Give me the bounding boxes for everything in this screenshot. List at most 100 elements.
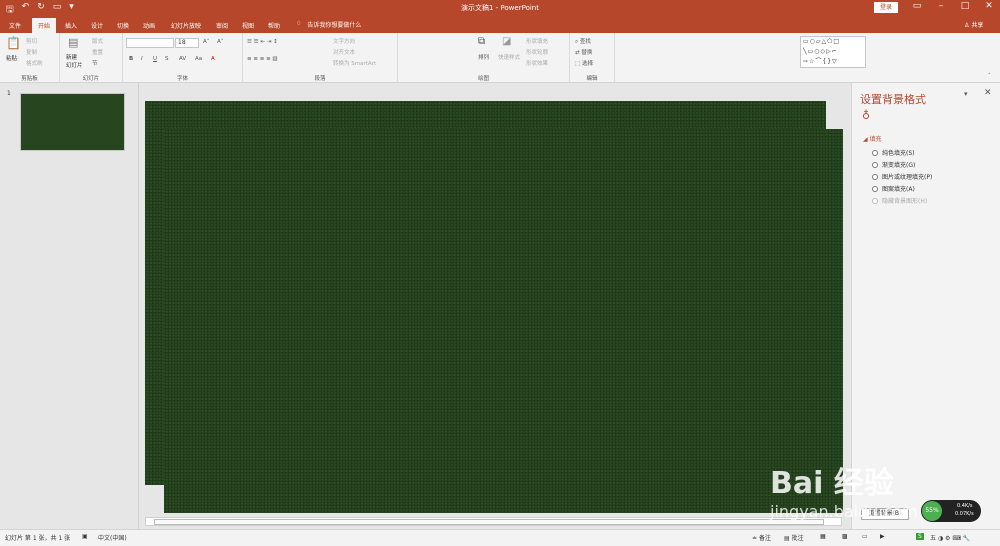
new-slide-button[interactable]: 新建 幻灯片 — [66, 53, 83, 69]
comments-label: 批注 — [791, 535, 804, 542]
status-bar: 幻灯片 第 1 张，共 1 张 ▣ 中文(中国) ≐ 备注 ▤ 批注 ▦ ▩ ▭… — [0, 529, 1000, 546]
tab-view[interactable]: 视图 — [242, 21, 254, 30]
reset-background-button[interactable]: 重置背景(B) — [861, 508, 909, 520]
smartart-button[interactable]: 转换为 SmartArt — [333, 59, 376, 67]
scrollbar-thumb[interactable] — [154, 519, 824, 525]
ime-icon[interactable]: S — [916, 533, 924, 540]
char-spacing-icon[interactable]: AV — [179, 56, 186, 62]
fill-section-label: 填充 — [869, 136, 882, 143]
reset-button[interactable]: 重置 — [92, 48, 103, 56]
quick-styles-button[interactable]: 快速样式 — [498, 53, 520, 61]
font-name-input[interactable] — [126, 38, 174, 48]
group-paragraph: ☰ ☰ ⇤ ⇥ ↕ 文字方向 对齐文本 转换为 SmartArt ≡ ≡ ≡ ≡… — [243, 33, 398, 83]
radio-solid-fill[interactable]: 纯色填充(S) — [872, 148, 992, 157]
font-color-icon[interactable]: A — [211, 56, 215, 62]
checkbox-hide-background[interactable]: 隐藏背景图形(H) — [872, 196, 992, 205]
option-label: 纯色填充(S) — [882, 150, 915, 157]
maximize-icon[interactable]: □ — [956, 1, 974, 11]
radio-pattern-fill[interactable]: 图案填充(A) — [872, 184, 992, 193]
group-clipboard: 📋 粘贴 剪切 复制 格式刷 剪贴板 — [0, 33, 60, 83]
slide-canvas-shifted — [164, 129, 843, 513]
radio-picture-fill[interactable]: 图片或纹理填充(P) — [872, 172, 992, 181]
notes-label: 备注 — [758, 535, 771, 542]
tab-home[interactable]: 开始 — [32, 18, 57, 33]
notes-button[interactable]: ≐ 备注 — [752, 533, 771, 542]
radio-gradient-fill[interactable]: 渐变填充(G) — [872, 160, 992, 169]
pane-title: 设置背景格式 — [860, 93, 926, 106]
tab-transitions[interactable]: 切换 — [117, 21, 129, 30]
pane-options-icon[interactable]: ▾ — [964, 90, 968, 98]
arrange-button[interactable]: 排列 — [478, 53, 489, 61]
group-font: 18 A˄ A˅ B I U S AV Aa A 字体 — [123, 33, 243, 83]
horizontal-scrollbar[interactable] — [145, 517, 842, 526]
download-speed: 0.07K/s — [955, 511, 974, 517]
radio-circle — [872, 161, 878, 168]
slide-sorter-icon[interactable]: ▩ — [842, 533, 848, 540]
font-size-input[interactable]: 18 — [175, 38, 199, 48]
tell-me-text: 告诉我你想要做什么 — [307, 22, 362, 29]
tab-insert[interactable]: 插入 — [65, 21, 77, 30]
collapse-ribbon-icon[interactable]: ˄ — [988, 73, 991, 79]
shadow-button[interactable]: S — [165, 56, 169, 62]
lightbulb-icon: ♢ — [296, 20, 302, 27]
tab-slideshow[interactable]: 幻灯片放映 — [171, 21, 201, 30]
tell-me-box[interactable]: ♢ 告诉我你想要做什么 — [296, 20, 361, 29]
quick-styles-icon: ◪ — [502, 36, 512, 47]
select-button[interactable]: ⬚ 选择 — [575, 59, 593, 67]
tab-help[interactable]: 帮助 — [268, 21, 280, 30]
minimize-icon[interactable]: – — [932, 1, 950, 11]
bullets-icon[interactable]: ☰ ☰ ⇤ ⇥ ↕ — [247, 39, 278, 45]
share-button[interactable]: ♙ 共享 — [964, 20, 983, 29]
tab-design[interactable]: 设计 — [91, 21, 103, 30]
slideshow-view-icon[interactable]: ▶ — [880, 533, 885, 540]
option-label: 图片或纹理填充(P) — [882, 174, 933, 181]
shape-outline-button[interactable]: 形状轮廓 — [526, 48, 548, 56]
replace-button[interactable]: ⇄ 替换 — [575, 48, 592, 56]
find-button[interactable]: ⌕ 查找 — [575, 37, 591, 46]
copy-button[interactable]: 复制 — [26, 48, 37, 56]
network-speed-widget[interactable]: 55% 0.4K/s 0.07K/s — [921, 500, 981, 522]
section-button[interactable]: 节 — [92, 59, 98, 67]
spellcheck-icon[interactable]: ▣ — [82, 533, 88, 540]
close-icon[interactable]: ✕ — [980, 1, 998, 11]
grow-font-icon[interactable]: A˄ — [203, 39, 210, 45]
login-button[interactable]: 登录 — [874, 2, 898, 13]
shrink-font-icon[interactable]: A˅ — [217, 39, 224, 45]
bold-button[interactable]: B — [129, 56, 133, 62]
layout-button[interactable]: 版式 — [92, 37, 103, 45]
slide-thumbnail[interactable] — [20, 93, 125, 151]
tab-animations[interactable]: 动画 — [143, 21, 155, 30]
cut-button[interactable]: 剪切 — [26, 37, 37, 45]
italic-button[interactable]: I — [141, 56, 143, 62]
reading-view-icon[interactable]: ▭ — [862, 533, 868, 540]
ribbon-tabs: 文件 开始 插入 设计 切换 动画 幻灯片放映 审阅 视图 帮助 ♢ 告诉我你想… — [0, 17, 1000, 33]
upload-speed: 0.4K/s — [957, 503, 973, 509]
select-label: 选择 — [581, 61, 593, 67]
tab-review[interactable]: 审阅 — [216, 21, 228, 30]
group-label: 绘图 — [477, 76, 489, 82]
language[interactable]: 中文(中国) — [98, 533, 127, 542]
format-painter-button[interactable]: 格式刷 — [26, 59, 43, 67]
paste-icon: 📋 — [6, 36, 21, 50]
radio-circle — [872, 185, 878, 192]
paste-button[interactable]: 粘贴 — [6, 54, 17, 62]
fill-section-header[interactable]: ◢ 填充 — [863, 134, 882, 143]
ribbon-display-icon[interactable]: ▭ — [908, 1, 926, 11]
underline-button[interactable]: U — [153, 56, 157, 62]
normal-view-icon[interactable]: ▦ — [820, 533, 826, 540]
arrange-icon: ⧉ — [478, 36, 486, 47]
tab-file[interactable]: 文件 — [9, 21, 21, 30]
change-case-icon[interactable]: Aa — [195, 56, 202, 62]
group-slides: ▤ 新建 幻灯片 版式 重置 节 幻灯片 — [60, 33, 123, 83]
shape-effects-button[interactable]: 形状效果 — [526, 59, 548, 67]
ime-toolbar-icons[interactable]: 五 ◑ ⚙ ⌨ 🔧 — [930, 533, 970, 542]
fill-bucket-icon[interactable]: ♁ — [862, 109, 870, 122]
shapes-gallery[interactable]: ▭○▱△⬠□ ╲▭○◇▷⌐ ⇨☆⌒{}▽ — [800, 36, 866, 68]
align-text-button[interactable]: 对齐文本 — [333, 48, 355, 56]
pane-close-icon[interactable]: ✕ — [984, 88, 992, 98]
comments-button[interactable]: ▤ 批注 — [784, 533, 804, 542]
new-slide-icon: ▤ — [68, 36, 79, 49]
align-icons[interactable]: ≡ ≡ ≡ ≡ ▥ — [247, 56, 278, 62]
text-direction-button[interactable]: 文字方向 — [333, 37, 355, 45]
shape-fill-button[interactable]: 形状填充 — [526, 37, 548, 45]
